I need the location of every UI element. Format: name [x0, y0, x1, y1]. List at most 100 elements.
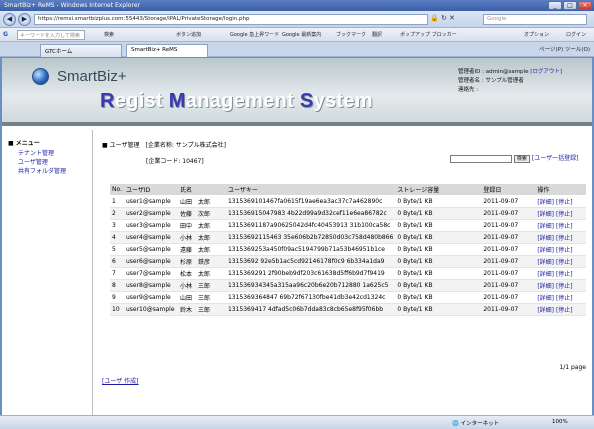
- toolbar-add-button[interactable]: ボタン追加: [176, 31, 201, 38]
- toolbar-search-button[interactable]: 検索: [104, 31, 114, 38]
- menu-title: メニュー: [15, 140, 40, 147]
- bulk-register-link[interactable]: [ユーザ一括登録]: [532, 155, 579, 162]
- toolbar-bookmarks[interactable]: ブックマーク: [336, 31, 366, 38]
- sidebar-item-users[interactable]: ユーザ管理: [18, 158, 88, 167]
- detail-link[interactable]: [詳細]: [537, 259, 554, 266]
- tools-menu[interactable]: ツール(O): [565, 47, 590, 53]
- detail-link[interactable]: [詳細]: [537, 223, 554, 230]
- detail-link[interactable]: [詳細]: [537, 283, 554, 290]
- cell-user-id: user10@sample: [123, 303, 178, 316]
- cell-date: 2011-09-07: [481, 267, 536, 280]
- cell-name: 鈴木 三郎: [177, 303, 226, 316]
- cell-date: 2011-09-07: [481, 303, 536, 316]
- stop-link[interactable]: [停止]: [556, 283, 573, 290]
- minimize-button[interactable]: _: [548, 1, 562, 10]
- web-search-input[interactable]: Google: [483, 14, 587, 25]
- brand-logo: SmartBiz+: [57, 68, 127, 85]
- table-row: 2 user2@sample 佐藤 次郎 131536915047983 4b22d9…: [110, 207, 586, 220]
- cell-user-id: user1@sample: [123, 195, 178, 208]
- table-row: 4 user4@sample 小林 太郎 13153692115463 35e606b…: [110, 231, 586, 244]
- cell-storage: 0 Byte/1 KB: [395, 303, 482, 316]
- table-row: 9 user9@sample 山田 三郎 1315369364847 69b72f67…: [110, 291, 586, 304]
- address-bar: ◀ ▶ https://remsi.smartbizplus.com:55443…: [0, 11, 594, 28]
- cell-date: 2011-09-07: [481, 219, 536, 232]
- cell-actions: [詳細] [停止]: [535, 243, 586, 256]
- stop-link[interactable]: [停止]: [556, 211, 573, 218]
- toolbar-popup-blocker[interactable]: ポップアップ ブロッカー: [400, 31, 457, 38]
- stop-link[interactable]: [停止]: [556, 259, 573, 266]
- search-area: 検索 [ユーザ一括登録]: [450, 153, 578, 163]
- cell-no: 1: [110, 195, 124, 208]
- cell-actions: [詳細] [停止]: [535, 255, 586, 268]
- close-button[interactable]: ×: [578, 1, 592, 10]
- toolbar-trends[interactable]: Google 急上昇ワード: [230, 31, 279, 38]
- detail-link[interactable]: [詳細]: [537, 307, 554, 314]
- admin-name: サンプル管理者: [485, 78, 524, 84]
- stop-link[interactable]: [停止]: [556, 235, 573, 242]
- cell-actions: [詳細] [停止]: [535, 231, 586, 244]
- cell-date: 2011-09-07: [481, 207, 536, 220]
- toolbar-translate[interactable]: 翻訳: [372, 31, 382, 38]
- maximize-button[interactable]: □: [563, 1, 577, 10]
- cell-user-key: 13153691187a90625042d4fc40453913 31b100c…: [225, 219, 396, 232]
- cell-date: 2011-09-07: [481, 243, 536, 256]
- toolbar-login[interactable]: ログイン: [566, 31, 586, 38]
- toolbar-news[interactable]: Google 最新案内: [282, 31, 321, 38]
- stop-link[interactable]: [停止]: [556, 295, 573, 302]
- google-search-input[interactable]: キーワードを入力して検索: [17, 30, 85, 40]
- logout-link[interactable]: [ログアウト]: [530, 69, 562, 75]
- cell-name: 松本 太郎: [177, 267, 226, 280]
- col-storage: ストレージ容量: [395, 184, 482, 196]
- sidebar-item-tenant[interactable]: テナント管理: [18, 149, 88, 158]
- stop-link[interactable]: [停止]: [556, 271, 573, 278]
- stop-link[interactable]: [停止]: [556, 223, 573, 230]
- stop-link[interactable]: [停止]: [556, 247, 573, 254]
- toolbar-options[interactable]: オプション: [524, 31, 549, 38]
- cell-user-id: user3@sample: [123, 219, 178, 232]
- page-menu[interactable]: ページ(P): [539, 47, 563, 53]
- detail-link[interactable]: [詳細]: [537, 211, 554, 218]
- col-actions: 操作: [535, 184, 586, 196]
- url-field[interactable]: https://remsi.smartbizplus.com:55443/Sto…: [34, 14, 428, 25]
- table-row: 3 user3@sample 田中 太郎 13153691187a90625042d4…: [110, 219, 586, 232]
- forward-icon[interactable]: ▶: [18, 13, 31, 26]
- cell-actions: [詳細] [停止]: [535, 195, 586, 208]
- detail-link[interactable]: [詳細]: [537, 295, 554, 302]
- cell-user-id: user2@sample: [123, 207, 178, 220]
- col-user-key: ユーザキー: [225, 184, 396, 196]
- cell-no: 6: [110, 255, 124, 268]
- back-icon[interactable]: ◀: [3, 13, 16, 26]
- tab-gtc-home[interactable]: GTCホーム: [40, 44, 122, 57]
- detail-link[interactable]: [詳細]: [537, 199, 554, 206]
- cell-user-key: 131536934345a315aa96c20b6e20b712880 1a62…: [225, 279, 396, 292]
- lock-icon[interactable]: 🔒 ↻ ✕: [430, 14, 455, 22]
- table-header-row: No. ユーザID 氏名 ユーザキー ストレージ容量 登録日 操作: [110, 184, 586, 196]
- create-user-link[interactable]: [ユーザ 作成]: [102, 376, 138, 385]
- stop-link[interactable]: [停止]: [556, 199, 573, 206]
- cell-actions: [詳細] [停止]: [535, 207, 586, 220]
- cell-actions: [詳細] [停止]: [535, 303, 586, 316]
- cell-user-id: user8@sample: [123, 279, 178, 292]
- section-title: ユーザ管理: [109, 142, 140, 149]
- cell-storage: 0 Byte/1 KB: [395, 195, 482, 208]
- user-search-input[interactable]: [450, 154, 512, 163]
- detail-link[interactable]: [詳細]: [537, 235, 554, 242]
- col-name: 氏名: [177, 184, 226, 196]
- detail-link[interactable]: [詳細]: [537, 271, 554, 278]
- stop-link[interactable]: [停止]: [556, 307, 573, 314]
- zoom-level[interactable]: 100%: [552, 419, 568, 425]
- sidebar-item-shared-folders[interactable]: 共有フォルダ管理: [18, 167, 88, 176]
- cell-no: 7: [110, 267, 124, 280]
- cell-user-key: 1315369101467fa0615f19ae6ea3ac37c7a46289…: [225, 195, 396, 208]
- status-bar: 🌐 インターネット 100%: [0, 415, 594, 429]
- table-row: 6 user6@sample 杉原 鉄彦 13153692 92e5b1ac5cd92…: [110, 255, 586, 268]
- cell-user-key: 131536915047983 4b22d99a9d32cef11e6ea867…: [225, 207, 396, 220]
- table-row: 1 user1@sample 山田 太郎 1315369101467fa0615f19…: [110, 195, 586, 208]
- cell-storage: 0 Byte/1 KB: [395, 219, 482, 232]
- cell-user-key: 13153692 92e5b1ac5cd92146178f0c9 6b334a1…: [225, 255, 396, 268]
- tab-smartbiz[interactable]: SmartBiz+ ReMS: [126, 44, 208, 57]
- cell-date: 2011-09-07: [481, 279, 536, 292]
- detail-link[interactable]: [詳細]: [537, 247, 554, 254]
- cell-date: 2011-09-07: [481, 231, 536, 244]
- search-button[interactable]: 検索: [513, 154, 530, 163]
